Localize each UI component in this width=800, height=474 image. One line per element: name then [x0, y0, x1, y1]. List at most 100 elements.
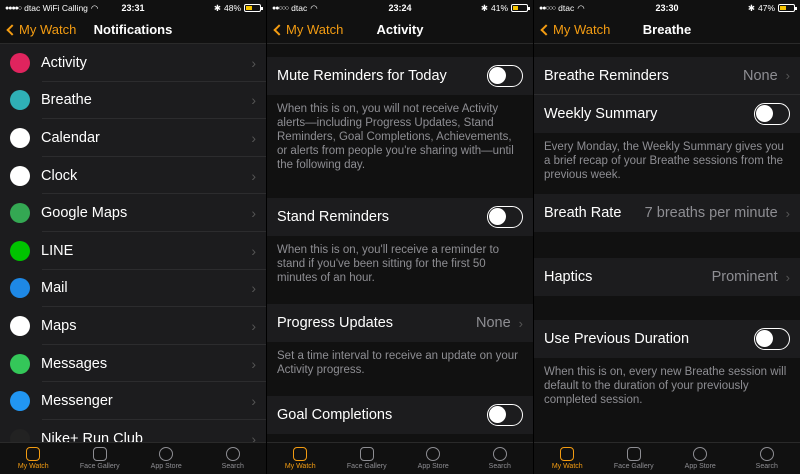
app-row-google-maps[interactable]: Google Maps ›	[0, 194, 266, 232]
mute-reminders-label: Mute Reminders for Today	[277, 68, 447, 84]
tab-label: App Store	[417, 463, 449, 470]
app-label: Calendar	[41, 129, 100, 146]
search-icon	[492, 447, 507, 461]
progress-updates-value: None	[475, 315, 511, 331]
tab-label: Face Gallery	[613, 463, 654, 470]
breath-rate-row[interactable]: Breath Rate 7 breaths per minute ›	[534, 194, 800, 232]
mute-reminders-toggle[interactable]	[487, 65, 523, 87]
back-label: My Watch	[286, 22, 344, 37]
back-label: My Watch	[19, 22, 77, 37]
nav-bar: My Watch Notifications	[0, 16, 266, 44]
app-label: Breathe	[41, 92, 92, 109]
tab-search[interactable]: Search	[200, 443, 267, 474]
signal-icon: ●●○○○	[272, 4, 289, 12]
tab-search[interactable]: Search	[467, 443, 534, 474]
tab-label: Search	[488, 463, 511, 470]
app-row-messenger[interactable]: Messenger ›	[0, 382, 266, 420]
breathe-reminders-row[interactable]: Breathe Reminders None ›	[534, 57, 800, 95]
weekly-summary-toggle[interactable]	[754, 103, 790, 125]
google-maps-icon	[10, 203, 30, 224]
app-row-activity[interactable]: Activity ›	[0, 44, 266, 82]
tab-my-watch[interactable]: My Watch	[267, 443, 334, 474]
weekly-summary-label: Weekly Summary	[544, 106, 658, 122]
mail-icon	[10, 278, 30, 299]
use-previous-duration-row[interactable]: Use Previous Duration	[534, 320, 800, 358]
haptics-label: Haptics	[544, 269, 593, 285]
app-row-clock[interactable]: Clock ›	[0, 156, 266, 195]
activity-screen: ●●○○○ dtac ◠ 23:24 ✱ 41% My Watch Activity …	[266, 0, 534, 474]
tab-app-store[interactable]: App Store	[400, 443, 467, 474]
tab-my-watch[interactable]: My Watch	[0, 443, 67, 474]
app-label: Clock	[41, 167, 78, 184]
tab-my-watch[interactable]: My Watch	[534, 443, 601, 474]
chevron-right-icon: ›	[251, 205, 256, 222]
search-icon	[759, 447, 774, 461]
tab-search[interactable]: Search	[734, 443, 800, 474]
chevron-right-icon: ›	[785, 269, 790, 285]
chevron-right-icon: ›	[785, 68, 790, 83]
status-time: 23:24	[388, 3, 412, 13]
goal-completions-toggle[interactable]	[487, 404, 523, 426]
back-button[interactable]: My Watch	[267, 22, 343, 37]
app-store-icon	[159, 447, 174, 461]
stand-reminders-toggle[interactable]	[487, 206, 523, 228]
app-label: Maps	[41, 317, 77, 334]
chevron-right-icon: ›	[251, 280, 256, 297]
breathe-screen: ●●○○○ dtac ◠ 23:30 ✱ 47% My Watch Breathe B…	[534, 0, 800, 474]
tab-label: Search	[221, 463, 244, 470]
battery-percent: 48%	[223, 3, 241, 13]
progress-updates-label: Progress Updates	[277, 315, 394, 331]
tab-label: Face Gallery	[346, 463, 387, 470]
nike-icon	[10, 428, 30, 442]
tab-bar: My Watch Face Gallery App Store Search	[267, 442, 533, 474]
chevron-right-icon: ›	[251, 355, 256, 372]
messenger-icon	[10, 391, 30, 412]
tab-bar: My Watch Face Gallery App Store Search	[534, 442, 800, 474]
stand-reminders-row[interactable]: Stand Reminders	[267, 198, 533, 236]
app-row-mail[interactable]: Mail ›	[0, 269, 266, 308]
status-time: 23:31	[121, 3, 145, 13]
app-label: LINE	[41, 242, 74, 259]
messages-icon	[10, 353, 30, 374]
calendar-icon	[10, 127, 30, 148]
mute-reminders-row[interactable]: Mute Reminders for Today	[267, 57, 533, 95]
app-list: Activity › Breathe › Calendar › Clock › Google M…	[0, 44, 266, 442]
tab-face-gallery[interactable]: Face Gallery	[334, 443, 401, 474]
status-time: 23:30	[655, 3, 679, 13]
watch-icon	[26, 447, 41, 461]
app-label: Messenger	[41, 393, 113, 410]
app-row-messages[interactable]: Messages ›	[0, 344, 266, 383]
progress-updates-footer: Set a time interval to receive an update…	[267, 342, 533, 396]
app-label: Activity	[41, 54, 87, 71]
progress-updates-row[interactable]: Progress Updates None ›	[267, 304, 533, 342]
search-icon	[225, 447, 240, 461]
app-row-line[interactable]: LINE ›	[0, 231, 266, 270]
app-row-breathe[interactable]: Breathe ›	[0, 81, 266, 120]
chevron-right-icon: ›	[518, 315, 523, 331]
goal-completions-row[interactable]: Goal Completions	[267, 396, 533, 434]
haptics-row[interactable]: Haptics Prominent ›	[534, 258, 800, 296]
back-button[interactable]: My Watch	[0, 22, 76, 37]
carrier-label: dtac WiFi Calling	[24, 3, 88, 13]
activity-settings: Mute Reminders for Today When this is on…	[267, 44, 533, 442]
tab-face-gallery[interactable]: Face Gallery	[601, 443, 668, 474]
group-gap	[267, 44, 533, 57]
tab-app-store[interactable]: App Store	[667, 443, 734, 474]
app-row-calendar[interactable]: Calendar ›	[0, 119, 266, 157]
maps-icon	[10, 315, 30, 336]
weekly-summary-row[interactable]: Weekly Summary	[534, 95, 800, 133]
app-store-icon	[693, 447, 708, 461]
battery-percent: 41%	[490, 3, 508, 13]
carrier-label: dtac	[558, 3, 575, 13]
signal-icon: ●●○○○	[539, 4, 556, 12]
tab-label: My Watch	[284, 463, 316, 470]
tab-app-store[interactable]: App Store	[133, 443, 200, 474]
back-label: My Watch	[553, 22, 611, 37]
app-row-maps[interactable]: Maps ›	[0, 307, 266, 345]
tab-label: App Store	[684, 463, 716, 470]
use-previous-duration-toggle[interactable]	[754, 328, 790, 350]
stand-reminders-footer: When this is on, you'll receive a remind…	[267, 236, 533, 304]
tab-face-gallery[interactable]: Face Gallery	[67, 443, 134, 474]
back-button[interactable]: My Watch	[534, 22, 610, 37]
app-row-nike-run-club[interactable]: Nike+ Run Club ›	[0, 419, 266, 442]
